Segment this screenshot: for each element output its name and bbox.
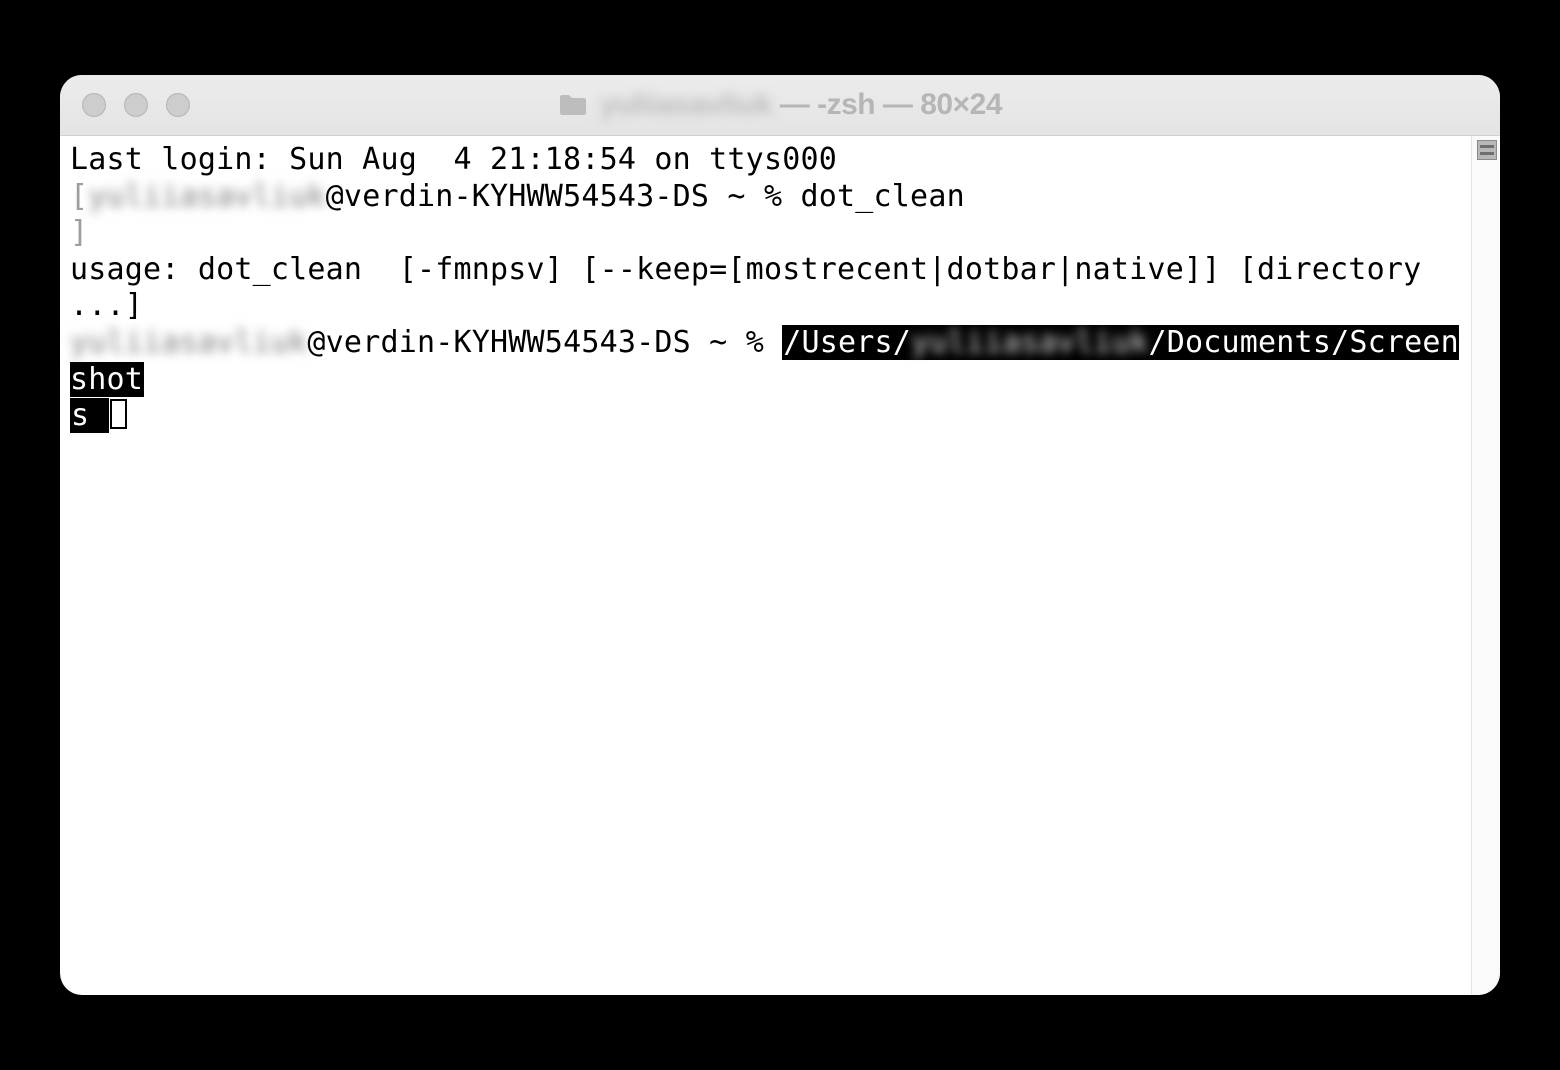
window-title: yuliiasavliuk — -zsh — 80×24 [60,88,1500,122]
selected-path-wrap: s [70,398,109,433]
terminal-window: yuliiasavliuk — -zsh — 80×24 Last login:… [60,75,1500,995]
title-suffix: — -zsh — 80×24 [772,88,1002,121]
title-username: yuliiasavliuk [600,88,772,121]
prompt-user: yuliiasavliuk [88,179,325,214]
zoom-icon[interactable] [166,93,190,117]
command-1: dot_clean [800,179,964,214]
window-controls [60,93,190,117]
titlebar[interactable]: yuliiasavliuk — -zsh — 80×24 [60,75,1500,136]
minimize-icon[interactable] [124,93,148,117]
prompt-user-2: yuliiasavliuk [70,325,307,360]
folder-icon [558,93,588,117]
close-icon[interactable] [82,93,106,117]
scroll-marker-icon [1477,140,1497,160]
usage-line: usage: dot_clean [-fmnpsv] [--keep=[most… [70,252,1440,324]
prompt-host: @verdin-KYHWW54543-DS [326,179,710,214]
prompt-tail: ~ % [709,179,800,214]
prompt-host-2: @verdin-KYHWW54543-DS [307,325,691,360]
prompt-tail-2: ~ % [691,325,782,360]
text-cursor [110,399,127,429]
scrollbar[interactable] [1471,136,1500,995]
content-area: Last login: Sun Aug 4 21:18:54 on ttys00… [60,136,1500,995]
last-login-line: Last login: Sun Aug 4 21:18:54 on ttys00… [70,142,837,177]
terminal-output[interactable]: Last login: Sun Aug 4 21:18:54 on ttys00… [60,136,1471,995]
